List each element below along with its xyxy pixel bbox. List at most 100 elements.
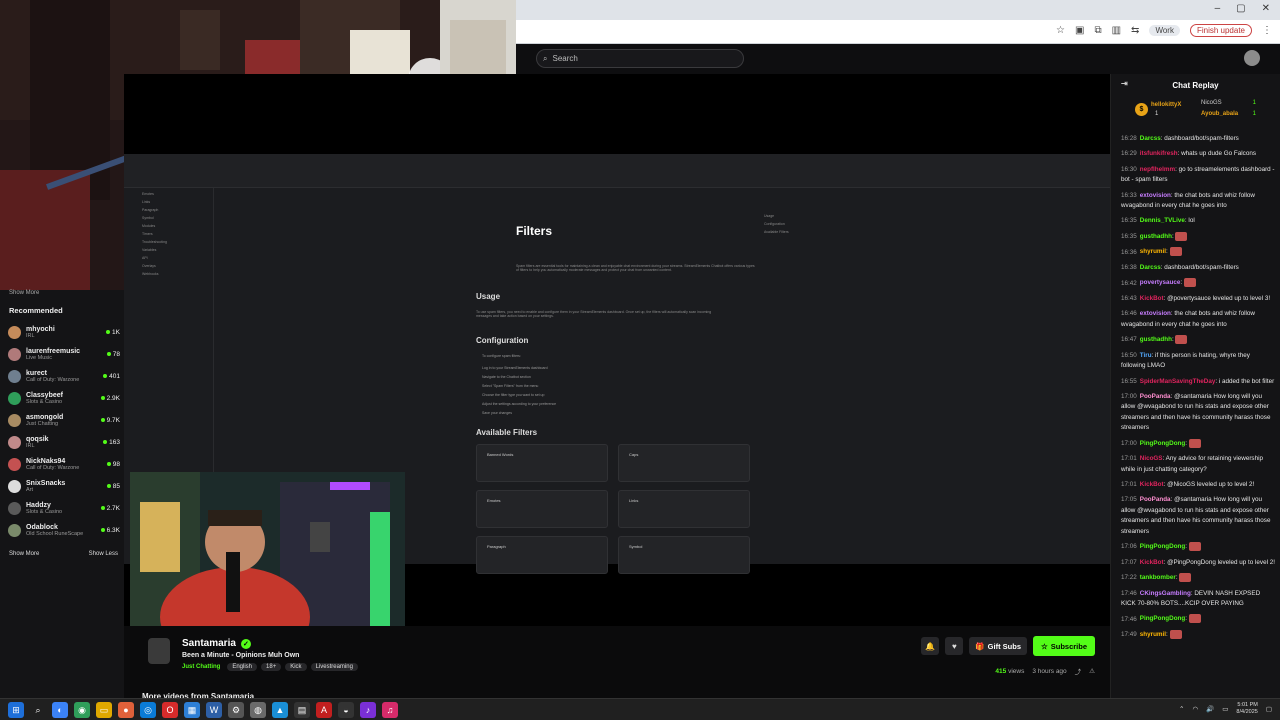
leader-user-1[interactable]: hellokittyX	[1151, 102, 1181, 108]
clock[interactable]: 5:01 PM 8/4/2025	[1236, 702, 1257, 716]
sidebar-channel[interactable]: asmongold Just Chatting 9.7K	[0, 409, 124, 431]
app-icon[interactable]: ◍	[250, 702, 266, 718]
sidebar-channel[interactable]: Odablock Old School RuneScape 6.3K	[0, 519, 124, 541]
message-username[interactable]: nepflhelmm	[1140, 166, 1175, 173]
minimize-button[interactable]: –	[1215, 3, 1221, 14]
terminal-icon[interactable]: ▤	[294, 702, 310, 718]
sidebar-channel[interactable]: mhyochi IRL 1K	[0, 321, 124, 343]
report-icon[interactable]: ⚠	[1089, 667, 1095, 675]
filter-card[interactable]: Caps	[618, 444, 750, 482]
word-icon[interactable]: W	[206, 702, 222, 718]
copilot-icon[interactable]: ◐	[52, 702, 68, 718]
message-username[interactable]: gusthadhh	[1140, 233, 1172, 240]
message-username[interactable]: PingPongDong	[1140, 616, 1185, 623]
follow-heart-button[interactable]: ♥	[945, 637, 964, 655]
message-username[interactable]: itsfunkifresh	[1140, 150, 1178, 157]
leader-user-3[interactable]: Ayoub_abala	[1201, 111, 1238, 117]
sidebar-channel[interactable]: laurenfreemusic Live Music 78	[0, 343, 124, 365]
toc-item[interactable]: Available Filters	[764, 230, 789, 234]
menu-icon[interactable]: ⋮	[1262, 25, 1272, 36]
wifi-icon[interactable]: ◠	[1193, 705, 1199, 713]
message-username[interactable]: KickBot	[1140, 295, 1164, 302]
docs-nav-item[interactable]: API	[124, 252, 213, 260]
profile-button[interactable]: Work	[1149, 25, 1180, 36]
message-username[interactable]: KickBot	[1140, 559, 1164, 566]
toc-item[interactable]: Usage	[764, 214, 789, 218]
toc-item[interactable]: Configuration	[764, 222, 789, 226]
sidebar-channel[interactable]: NickNaks94 Call of Duty: Warzone 98	[0, 453, 124, 475]
docs-nav-item[interactable]: Troubleshooting	[124, 236, 213, 244]
sidebar-channel[interactable]: kurect Call of Duty: Warzone 401	[0, 365, 124, 387]
puzzle-icon[interactable]: ⧉	[1094, 25, 1101, 36]
edge-icon[interactable]: ◎	[140, 702, 156, 718]
search-icon[interactable]: ⌕	[30, 702, 46, 718]
message-username[interactable]: Darcss	[1140, 135, 1161, 142]
message-username[interactable]: PooPanda	[1140, 393, 1171, 400]
sidebar-icon[interactable]: ▥	[1112, 25, 1121, 36]
collapse-chat-icon[interactable]: ⇥	[1121, 79, 1128, 88]
message-username[interactable]: extovision	[1140, 310, 1171, 317]
sidebar-channel[interactable]: Haddzy Slots & Casino 2.7K	[0, 497, 124, 519]
settings-icon[interactable]: ⚙	[228, 702, 244, 718]
firefox-icon[interactable]: ●	[118, 702, 134, 718]
message-username[interactable]: povertysauce	[1140, 280, 1181, 287]
filter-card[interactable]: Symbol	[618, 536, 750, 574]
extension-icon[interactable]: ▣	[1075, 25, 1084, 36]
message-username[interactable]: Darcss	[1140, 264, 1161, 271]
docs-nav-item[interactable]: Webhooks	[124, 268, 213, 276]
docs-nav-item[interactable]: Symbol	[124, 212, 213, 220]
message-username[interactable]: gusthadhh	[1140, 336, 1172, 343]
message-username[interactable]: Tiru	[1140, 352, 1152, 359]
bookmark-star-icon[interactable]: ☆	[1056, 25, 1065, 36]
stream-tag[interactable]: Livestreaming	[310, 663, 358, 671]
stream-tag[interactable]: Kick	[285, 663, 307, 671]
opera-icon[interactable]: O	[162, 702, 178, 718]
obs-icon[interactable]: ◒	[338, 702, 354, 718]
gift-subs-button[interactable]: 🎁 Gift Subs	[969, 637, 1027, 655]
sidebar-channel[interactable]: SnixSnacks Art 85	[0, 475, 124, 497]
subscribe-button[interactable]: ☆ Subscribe	[1033, 636, 1095, 656]
finish-update-button[interactable]: Finish update	[1189, 24, 1252, 37]
message-username[interactable]: Dennis_TVLive	[1140, 217, 1185, 224]
docs-nav-item[interactable]: Variables	[124, 244, 213, 252]
message-username[interactable]: NicoGS	[1140, 455, 1163, 462]
docs-nav-item[interactable]: Overlays	[124, 260, 213, 268]
message-username[interactable]: CKingsGambling	[1140, 590, 1191, 597]
filter-card[interactable]: Paragraph	[476, 536, 608, 574]
streamer-name[interactable]: Santamaria	[182, 638, 236, 649]
sidebar-channel[interactable]: Classybeef Slots & Casino 2.9K	[0, 387, 124, 409]
streamer-avatar[interactable]	[148, 638, 170, 664]
streaming-app-icon[interactable]: ♫	[382, 702, 398, 718]
show-more-button[interactable]: Show More	[9, 551, 39, 557]
translate-icon[interactable]: ⇆	[1131, 25, 1139, 36]
filter-card[interactable]: Banned Words	[476, 444, 608, 482]
category-link[interactable]: Just Chatting	[182, 664, 220, 670]
leader-user-2[interactable]: NicoGS	[1201, 100, 1222, 106]
volume-icon[interactable]: 🔊	[1206, 705, 1214, 713]
message-username[interactable]: SpiderManSavingTheDay	[1140, 378, 1216, 385]
chrome-icon[interactable]: ◉	[74, 702, 90, 718]
docs-nav-item[interactable]: Paragraph	[124, 204, 213, 212]
file-explorer-icon[interactable]: ▭	[96, 702, 112, 718]
message-username[interactable]: shyrumil	[1140, 249, 1166, 256]
message-username[interactable]: PooPanda	[1140, 496, 1171, 503]
notification-bell-button[interactable]: 🔔	[921, 637, 940, 655]
docs-nav-item[interactable]: Emotes	[124, 188, 213, 196]
message-username[interactable]: PingPongDong	[1140, 440, 1185, 447]
filter-card[interactable]: Emotes	[476, 490, 608, 528]
calculator-icon[interactable]: ▦	[184, 702, 200, 718]
photos-icon[interactable]: ▲	[272, 702, 288, 718]
stream-tag[interactable]: English	[227, 663, 258, 671]
show-more-following[interactable]: Show More	[0, 290, 124, 296]
message-username[interactable]: PingPongDong	[1140, 543, 1185, 550]
close-button[interactable]: ✕	[1262, 3, 1270, 14]
stream-tag[interactable]: 18+	[261, 663, 282, 671]
docs-nav-item[interactable]: Modules	[124, 220, 213, 228]
acrobat-icon[interactable]: A	[316, 702, 332, 718]
notification-icon[interactable]: ▢	[1266, 705, 1272, 713]
message-username[interactable]: extovision	[1140, 192, 1171, 199]
filter-card[interactable]: Links	[618, 490, 750, 528]
docs-nav-item[interactable]: Timers	[124, 228, 213, 236]
show-less-button[interactable]: Show Less	[89, 551, 118, 557]
search-input[interactable]: ⌕ Search	[536, 49, 744, 68]
